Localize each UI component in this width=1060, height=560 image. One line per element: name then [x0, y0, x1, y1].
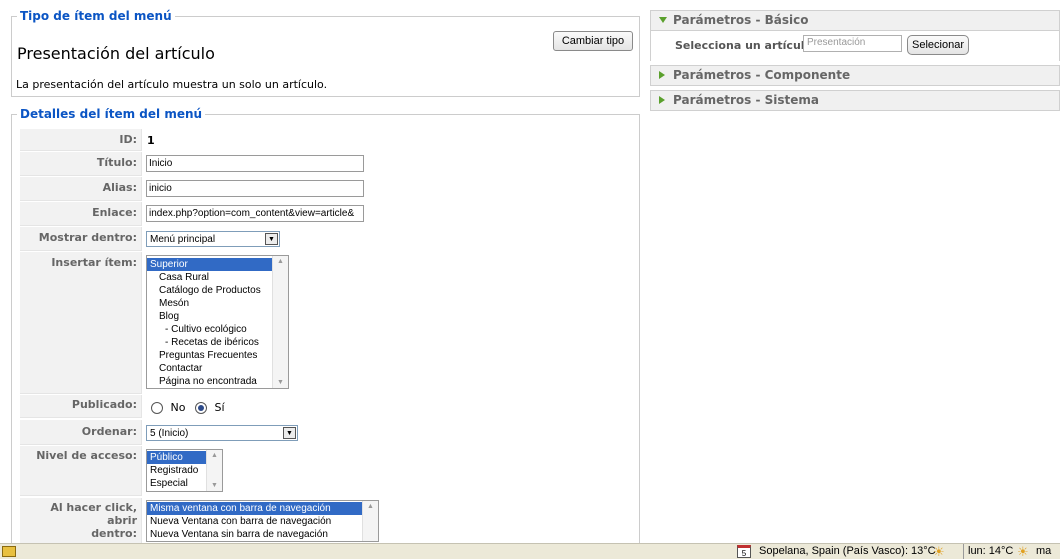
open-in-label: Al hacer click, abrir dentro:	[20, 498, 142, 548]
scroll-down-icon[interactable]: ▼	[207, 482, 222, 489]
published-yes-label: Sí	[214, 401, 225, 414]
list-option[interactable]: - Recetas de ibéricos	[147, 336, 288, 349]
list-option[interactable]: - Cultivo ecológico	[147, 323, 288, 336]
sun-cloud-icon: ☀	[1017, 544, 1029, 559]
taskbar: 5 Sopelana, Spain (País Vasco): 13°C ☀ l…	[0, 543, 1060, 559]
change-type-button[interactable]: Cambiar tipo	[553, 31, 633, 51]
sun-cloud-icon: ☀	[933, 544, 945, 559]
divider	[963, 544, 964, 559]
list-option[interactable]: Público	[147, 451, 206, 464]
list-option[interactable]: Misma ventana con barra de navegación	[147, 502, 362, 515]
list-option[interactable]: Página no encontrada	[147, 375, 288, 388]
list-option[interactable]: Mesón	[147, 297, 288, 310]
envelope-icon[interactable]	[2, 546, 16, 557]
collapsed-arrow-icon	[659, 96, 665, 104]
published-yes-radio[interactable]	[194, 402, 207, 414]
open-in-listbox[interactable]: ▲ Misma ventana con barra de navegación N…	[146, 500, 379, 542]
collapsed-arrow-icon	[659, 71, 665, 79]
params-basic-title: Parámetros - Básico	[673, 13, 809, 27]
list-option[interactable]: Contactar	[147, 362, 288, 375]
params-system-title: Parámetros - Sistema	[673, 93, 819, 107]
id-label: ID:	[20, 129, 142, 151]
published-label: Publicado:	[20, 395, 142, 418]
params-component-title: Parámetros - Componente	[673, 68, 851, 82]
listbox-scrollbar[interactable]: ▲	[362, 501, 378, 541]
weather-forecast-next[interactable]: ma	[1036, 545, 1051, 557]
page-title: Presentación del artículo	[17, 44, 215, 63]
scroll-up-icon[interactable]: ▲	[273, 258, 288, 265]
menu-item-details-legend: Detalles del ítem del menú	[17, 107, 206, 121]
listbox-scrollbar[interactable]: ▲ ▼	[272, 256, 288, 388]
insert-item-listbox[interactable]: ▲ ▼ Superior Casa Rural Catálogo de Produc…	[146, 255, 289, 389]
dropdown-arrow-icon[interactable]: ▼	[283, 427, 296, 439]
list-option[interactable]: Preguntas Frecuentes	[147, 349, 288, 362]
params-system-header[interactable]: Parámetros - Sistema	[650, 90, 1060, 111]
params-component-header[interactable]: Parámetros - Componente	[650, 65, 1060, 86]
scroll-up-icon[interactable]: ▲	[207, 452, 222, 459]
published-no-label: No	[170, 401, 186, 414]
published-radio-group: No Sí	[151, 401, 225, 414]
id-value: 1	[147, 134, 155, 147]
access-level-label: Nivel de acceso:	[20, 446, 142, 496]
alias-label: Alias:	[20, 177, 142, 201]
open-in-label-line1: Al hacer click, abrir	[50, 501, 137, 527]
order-label: Ordenar:	[20, 420, 142, 445]
title-input[interactable]: Inicio	[146, 155, 364, 172]
title-label: Título:	[20, 152, 142, 176]
list-option[interactable]: Blog	[147, 310, 288, 323]
list-option[interactable]: Catálogo de Productos	[147, 284, 288, 297]
type-description: La presentación del artículo muestra un …	[16, 78, 328, 91]
list-option[interactable]: Casa Rural	[147, 271, 288, 284]
display-in-label: Mostrar dentro:	[20, 227, 142, 251]
link-label: Enlace:	[20, 202, 142, 226]
expanded-arrow-icon	[659, 17, 667, 23]
list-option[interactable]: Nueva Ventana sin barra de navegación	[147, 528, 378, 541]
dropdown-arrow-icon[interactable]: ▼	[265, 233, 278, 245]
weather-current[interactable]: Sopelana, Spain (País Vasco): 13°C	[759, 545, 936, 557]
order-select[interactable]: 5 (Inicio) ▼	[146, 425, 298, 441]
listbox-scrollbar[interactable]: ▲ ▼	[206, 450, 222, 491]
insert-item-label: Insertar ítem:	[20, 252, 142, 394]
menu-item-type-fieldset: Tipo de ítem del menú Presentación del a…	[11, 9, 640, 97]
order-value: 5 (Inicio)	[150, 428, 189, 439]
menu-item-details-fieldset: Detalles del ítem del menú ID: 1 Título:…	[11, 107, 640, 554]
weather-forecast[interactable]: lun: 14°C	[968, 545, 1013, 557]
params-basic-body: Selecciona un artículo Presentación Sele…	[650, 31, 1060, 61]
select-article-button[interactable]: Selecionar	[907, 35, 969, 55]
access-level-listbox[interactable]: ▲ ▼ Público Registrado Especial	[146, 449, 223, 492]
scroll-down-icon[interactable]: ▼	[273, 379, 288, 386]
alias-input[interactable]: inicio	[146, 180, 364, 197]
menu-item-type-legend: Tipo de ítem del menú	[17, 9, 175, 23]
list-option[interactable]: Superior	[147, 258, 272, 271]
list-option[interactable]: Nueva Ventana con barra de navegación	[147, 515, 378, 528]
open-in-label-line2: dentro:	[91, 527, 137, 540]
select-article-label: Selecciona un artículo	[675, 39, 813, 52]
display-in-value: Menú principal	[150, 234, 216, 245]
link-input[interactable]: index.php?option=com_content&view=articl…	[146, 205, 364, 222]
published-no-radio[interactable]	[151, 402, 163, 414]
calendar-icon[interactable]: 5	[737, 545, 751, 558]
select-article-input[interactable]: Presentación	[803, 35, 902, 52]
display-in-select[interactable]: Menú principal ▼	[146, 231, 280, 247]
params-basic-header[interactable]: Parámetros - Básico	[650, 10, 1060, 31]
scroll-up-icon[interactable]: ▲	[363, 503, 378, 510]
